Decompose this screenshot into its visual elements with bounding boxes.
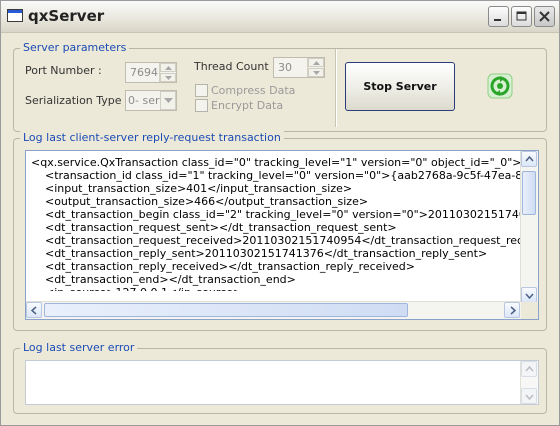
scroll-down-button[interactable] (521, 287, 537, 303)
vertical-scroll-thumb[interactable] (522, 171, 536, 215)
thread-count-label: Thread Count : (194, 60, 276, 73)
transaction-log-textarea[interactable]: <qx.service.QxTransaction class_id="0" t… (25, 150, 539, 320)
minimize-button[interactable] (488, 6, 509, 27)
chevron-down-icon (525, 293, 534, 300)
compress-data-label: Compress Data (211, 84, 296, 97)
thread-count-spinbox[interactable]: 30 (273, 57, 325, 78)
scroll-left-button[interactable] (26, 302, 42, 318)
port-down-button[interactable] (160, 73, 176, 82)
log-line: <ip_source>127.0.0.1</ip_source> (31, 286, 521, 291)
port-up-button[interactable] (160, 63, 176, 72)
chevron-down-icon (164, 98, 173, 103)
scroll-corner (521, 302, 538, 319)
server-running-icon (487, 73, 513, 99)
scroll-right-button[interactable] (504, 302, 520, 318)
log-line: <dt_transaction_request_sent></dt_transa… (31, 221, 397, 234)
vertical-separator (335, 49, 337, 127)
chevron-right-icon (510, 306, 517, 315)
log-line: <qx.service.QxTransaction class_id="0" t… (31, 156, 521, 169)
server-error-label: Log last server error (20, 341, 138, 354)
encrypt-data-checkbox[interactable] (195, 99, 208, 112)
error-scroll-up-button[interactable] (521, 361, 537, 377)
port-number-label: Port Number : (25, 64, 102, 77)
maximize-icon (516, 11, 527, 21)
error-scroll-down-button[interactable] (521, 388, 537, 404)
port-number-spinbox[interactable]: 7694 (125, 62, 177, 83)
title-bar[interactable]: qxServer (1, 1, 559, 33)
main-window: qxServer Server parameters Port Number :… (0, 0, 560, 426)
window-title: qxServer (28, 7, 105, 25)
close-button[interactable] (534, 6, 555, 27)
encrypt-data-label: Encrypt Data (211, 99, 284, 112)
chevron-down-icon (313, 71, 320, 75)
transaction-log-label: Log last client-server reply-request tra… (20, 131, 284, 144)
thread-down-button[interactable] (308, 68, 324, 77)
chevron-up-icon (525, 155, 534, 162)
chevron-up-icon (165, 66, 172, 70)
horizontal-scroll-thumb[interactable] (44, 303, 408, 317)
maximize-button[interactable] (511, 6, 532, 27)
chevron-up-icon (525, 365, 534, 372)
chevron-left-icon (30, 306, 37, 315)
close-icon (539, 11, 550, 22)
serialization-type-label: Serialization Type : (25, 94, 129, 107)
port-number-value: 7694 (130, 66, 158, 79)
transaction-log-content: <qx.service.QxTransaction class_id="0" t… (31, 156, 521, 291)
thread-count-value: 30 (278, 61, 292, 74)
window-icon (7, 9, 23, 22)
chevron-down-icon (165, 76, 172, 80)
minimize-icon (494, 19, 501, 21)
vertical-scrollbar[interactable] (520, 151, 538, 303)
serialization-type-select[interactable]: 0- serialization (125, 90, 177, 111)
stop-server-button[interactable]: Stop Server (345, 62, 455, 111)
log-line: <dt_transaction_reply_sent>2011030215174… (31, 247, 488, 260)
chevron-up-icon (313, 61, 320, 65)
log-line: <transaction_id class_id="1" tracking_le… (44, 169, 521, 182)
horizontal-scrollbar[interactable] (26, 301, 521, 319)
error-vertical-scrollbar[interactable] (520, 361, 538, 404)
log-line: <dt_transaction_reply_received></dt_tran… (31, 260, 415, 273)
scroll-up-button[interactable] (521, 151, 537, 167)
server-parameters-label: Server parameters (20, 41, 130, 54)
log-line: <input_transaction_size>401</input_trans… (31, 182, 353, 195)
serialization-dropdown-button[interactable] (160, 91, 176, 110)
server-error-textarea[interactable] (25, 360, 539, 405)
compress-data-checkbox[interactable] (195, 84, 208, 97)
log-line: <dt_transaction_begin class_id="2" track… (44, 208, 521, 221)
log-line: <dt_transaction_end></dt_transaction_end… (31, 273, 296, 286)
log-line: <dt_transaction_request_received>2011030… (31, 234, 521, 247)
log-line: <output_transaction_size>466</output_tra… (31, 195, 369, 208)
thread-up-button[interactable] (308, 58, 324, 67)
chevron-down-icon (525, 394, 534, 401)
